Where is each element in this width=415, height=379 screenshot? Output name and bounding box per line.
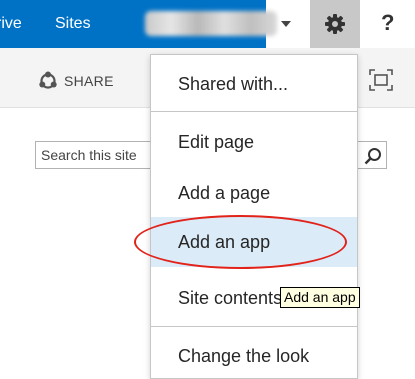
share-button[interactable]: SHARE	[38, 70, 114, 92]
search-button[interactable]	[364, 147, 382, 170]
share-icon	[39, 71, 57, 89]
user-name-menu[interactable]	[145, 11, 277, 36]
menu-divider	[151, 326, 357, 327]
menu-item-shared-with[interactable]: Shared with...	[151, 59, 357, 109]
chevron-down-icon[interactable]	[281, 21, 291, 27]
settings-menu: Shared with... Edit page Add a page Add …	[150, 54, 358, 379]
share-label: SHARE	[64, 73, 114, 89]
gear-icon	[325, 14, 345, 34]
suite-link-sites[interactable]: Sites	[55, 14, 91, 34]
menu-divider	[151, 111, 357, 112]
menu-item-change-the-look[interactable]: Change the look	[151, 331, 357, 379]
focus-on-content-button[interactable]	[369, 69, 393, 96]
focus-on-content-icon	[369, 69, 393, 91]
settings-button[interactable]	[310, 0, 360, 48]
search-icon	[364, 148, 381, 165]
search-input[interactable]	[36, 142, 154, 168]
menu-item-add-a-page[interactable]: Add a page	[151, 168, 357, 218]
suite-link-onedrive[interactable]: rive	[0, 14, 22, 34]
help-icon: ?	[381, 10, 395, 35]
tooltip: Add an app	[280, 287, 360, 308]
suite-bar: rive Sites ?	[0, 0, 415, 48]
menu-item-add-an-app[interactable]: Add an app	[151, 217, 357, 267]
help-button[interactable]: ?	[362, 0, 415, 48]
menu-item-edit-page[interactable]: Edit page	[151, 117, 357, 167]
